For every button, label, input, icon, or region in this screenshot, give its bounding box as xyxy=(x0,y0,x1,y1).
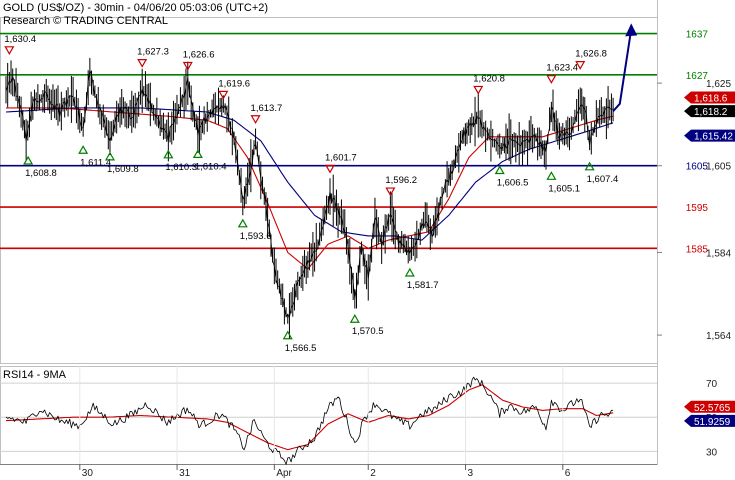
swing-high-marker xyxy=(137,58,148,68)
price-tick-label: 1,605 xyxy=(706,162,731,173)
swing-low-marker xyxy=(23,155,34,165)
swing-high-label: 1,627.3 xyxy=(137,47,169,58)
swing-high-marker xyxy=(218,90,229,100)
chart-title: GOLD (US$/OZ) - 30min - 04/06/20 05:03:0… xyxy=(3,2,268,14)
swing-low-label: 1,610.3 xyxy=(165,162,197,173)
level-label-1595: 1595 xyxy=(686,203,709,214)
swing-low-label: 1,609.8 xyxy=(107,164,139,175)
x-tick-label: 3 xyxy=(468,468,474,479)
swing-low-label: 1,566.5 xyxy=(285,343,317,354)
rsi-panel-frame xyxy=(0,366,658,465)
swing-low-marker xyxy=(192,149,203,159)
level-label-1637: 1637 xyxy=(686,30,709,41)
swing-low-label: 1,606.5 xyxy=(497,178,529,189)
swing-low-label: 1,605.1 xyxy=(548,183,580,194)
swing-high-label: 1,626.8 xyxy=(575,49,607,60)
price-tag-current-label: 1,618.6 xyxy=(694,94,728,105)
x-tick-label: 2 xyxy=(370,468,376,479)
price-tag-pivot-label: 1,615.42 xyxy=(694,132,733,143)
swing-low-marker xyxy=(494,165,505,175)
swing-high-label: 1,626.6 xyxy=(183,49,215,60)
swing-low-marker xyxy=(282,330,293,340)
x-tick-label: 30 xyxy=(82,468,94,479)
x-tick-label: 6 xyxy=(565,468,571,479)
rsi-tick-label: 70 xyxy=(706,379,718,390)
swing-high-marker xyxy=(4,46,15,55)
swing-high-marker xyxy=(473,85,484,95)
swing-low-label: 1,570.5 xyxy=(352,326,384,337)
projection-arrow-head xyxy=(625,23,638,37)
ma-slow-line xyxy=(5,107,614,241)
swing-low-label: 1,581.7 xyxy=(407,280,439,291)
x-tick-label: 31 xyxy=(179,468,191,479)
horizontal-levels: 16371627160515951585 xyxy=(0,30,709,255)
projection-layer xyxy=(612,23,638,112)
swing-low-label: 1,608.8 xyxy=(25,168,57,179)
rsi-tick-label: 30 xyxy=(706,447,718,458)
swing-high-label: 1,630.4 xyxy=(4,34,36,45)
swing-low-label: 1,610.4 xyxy=(195,161,227,172)
price-tick-label: 1,625 xyxy=(706,79,731,90)
price-tags: 1,618.6 1,618.2 1,615.42 xyxy=(684,91,735,143)
ma-slow-layer xyxy=(5,107,614,241)
x-tick-label: Apr xyxy=(276,468,292,479)
swing-low-label: 1,607.4 xyxy=(587,174,619,185)
swing-low-marker xyxy=(78,145,89,154)
swing-high-label: 1,619.6 xyxy=(218,78,250,89)
swing-high-label: 1,620.8 xyxy=(473,73,505,84)
projection-arrow-line xyxy=(612,29,633,112)
rsi-tag-ma-label: 52.5765 xyxy=(694,403,731,414)
swing-high-label: 1,601.7 xyxy=(325,152,357,163)
rsi-title: RSI14 - 9MA xyxy=(3,369,67,381)
swing-low-marker xyxy=(404,267,415,277)
swing-high-label: 1,623.4 xyxy=(546,63,578,74)
rsi-tag-rsi-label: 51.9259 xyxy=(694,417,731,428)
swing-points: 1,630.41,608.81,611.41,609.81,627.31,610… xyxy=(4,34,618,354)
swing-high-label: 1,596.2 xyxy=(385,175,417,186)
price-tick-label: 1,564 xyxy=(706,331,731,342)
swing-high-label: 1,613.7 xyxy=(251,103,283,114)
price-tick-label: 1,584 xyxy=(706,248,731,259)
swing-low-marker xyxy=(349,314,360,323)
price-tag-last-label: 1,618.2 xyxy=(694,107,728,118)
chart-subtitle: Research © TRADING CENTRAL xyxy=(3,15,168,27)
swing-low-marker xyxy=(546,171,557,180)
swing-high-marker xyxy=(250,115,261,124)
chart-canvas: 16371627160515951585 1,625 1,605 1,584 1,56… xyxy=(0,0,735,479)
swing-low-label: 1,593.6 xyxy=(240,231,272,242)
swing-high-marker xyxy=(546,75,557,84)
price-layer xyxy=(5,57,614,340)
swing-low-marker xyxy=(237,218,248,228)
